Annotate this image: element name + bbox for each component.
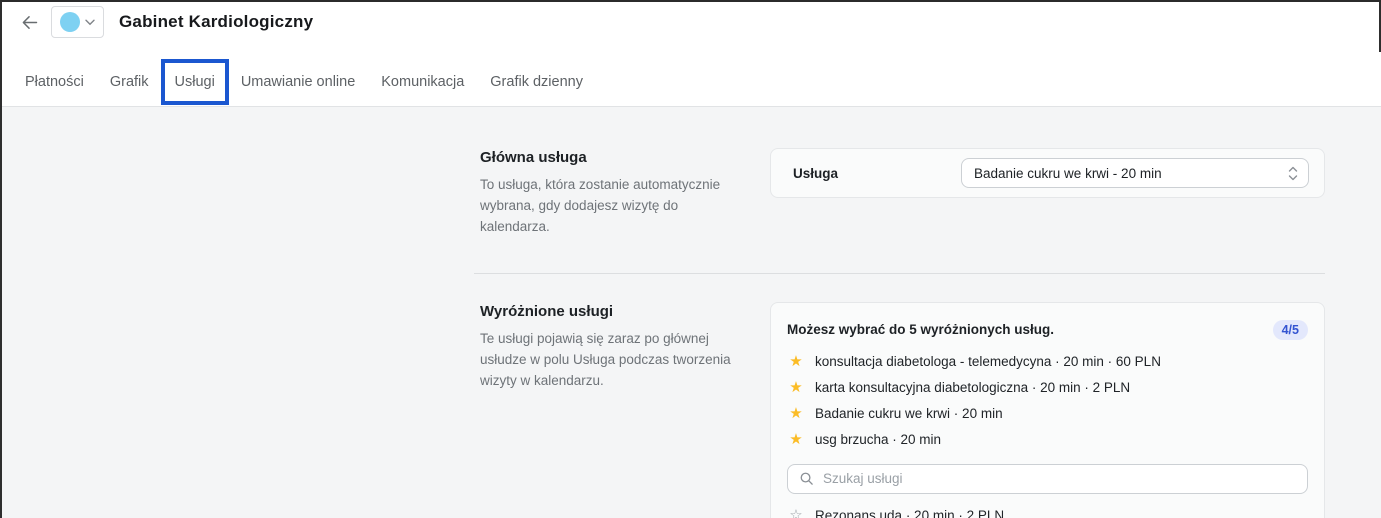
chevron-down-icon [85,19,95,25]
avatar [60,12,80,32]
content: Główna usługa To usługa, która zostanie … [2,107,1381,518]
featured-services-card: Możesz wybrać do 5 wyróżnionych usług. 4… [770,301,1325,518]
featured-service-item: ★ karta konsultacyjna diabetologiczna · … [787,375,1308,401]
featured-service-item: ★ Badanie cukru we krwi · 20 min [787,401,1308,427]
service-search [787,463,1308,494]
section-title: Główna usługa [480,149,587,166]
service-item-label: Rezonans uda · 20 min · 2 PLN [815,508,1005,518]
tab-bar: Płatności Grafik Usługi Umawianie online… [2,42,1381,107]
section-divider [474,272,1325,274]
tab-uslugi[interactable]: Usługi [175,74,215,90]
featured-service-item: ★ konsultacja diabetologa - telemedycyna… [787,349,1308,375]
section-title: Wyróżnione usługi [480,302,614,320]
search-icon [800,472,813,486]
search-input[interactable] [823,471,1296,487]
arrow-left-icon [22,15,37,29]
counter-badge: 4/5 [1272,319,1308,340]
selected-services-list: ★ konsultacja diabetologa - telemedycyna… [787,349,1308,453]
star-filled-icon[interactable]: ★ [787,354,805,369]
section-description: Te usługi pojawią się zaraz po głównej u… [480,330,731,388]
star-filled-icon[interactable]: ★ [787,432,805,447]
active-tab-highlight-box: Usługi [160,58,229,105]
service-item-label: karta konsultacyjna diabetologiczna · 20… [815,380,1131,396]
app-window: Gabinet Kardiologiczny Płatności Grafik … [0,0,1381,518]
main-service-card: Usługa Badanie cukru we krwi - 20 min [770,148,1325,198]
page-title: Gabinet Kardiologiczny [119,12,314,31]
service-item-label: konsultacja diabetologa - telemedycyna ·… [815,354,1161,370]
tab-grafik[interactable]: Grafik [110,74,149,90]
star-filled-icon[interactable]: ★ [787,380,805,395]
service-field-label: Usługa [793,165,839,181]
available-services-list: ☆ Rezonans uda · 20 min · 2 PLN ☆ USG ta… [787,503,1308,518]
tab-platnosci[interactable]: Płatności [25,74,84,90]
service-select[interactable]: Badanie cukru we krwi - 20 min [961,158,1309,188]
section-main-service: Główna usługa To usługa, która zostanie … [480,148,1325,238]
back-button[interactable] [14,7,44,37]
tab-grafik-dzienny[interactable]: Grafik dzienny [490,74,583,90]
star-filled-icon[interactable]: ★ [787,406,805,421]
featured-services-info: Wyróżnione usługi Te usługi pojawią się … [480,302,750,392]
featured-service-item: ★ usg brzucha · 20 min [787,427,1308,453]
available-service-item: ☆ Rezonans uda · 20 min · 2 PLN [787,503,1308,518]
service-item-label: usg brzucha · 20 min [815,432,942,448]
header: Gabinet Kardiologiczny [2,2,1381,42]
facility-avatar-dropdown[interactable] [51,6,104,38]
select-stepper-icon [1288,166,1298,180]
tab-komunikacja[interactable]: Komunikacja [381,74,464,90]
star-outline-icon[interactable]: ☆ [787,508,805,518]
featured-limit-text: Możesz wybrać do 5 wyróżnionych usług. [787,322,1055,338]
tab-umawianie-online[interactable]: Umawianie online [241,74,355,90]
section-featured-services: Wyróżnione usługi Te usługi pojawią się … [480,301,1325,518]
section-description: To usługa, która zostanie automatycznie … [480,177,721,234]
service-item-label: Badanie cukru we krwi · 20 min [815,406,1003,422]
main-service-info: Główna usługa To usługa, która zostanie … [480,148,750,238]
featured-card-header: Możesz wybrać do 5 wyróżnionych usług. 4… [787,319,1308,340]
service-select-value: Badanie cukru we krwi - 20 min [974,165,1162,181]
